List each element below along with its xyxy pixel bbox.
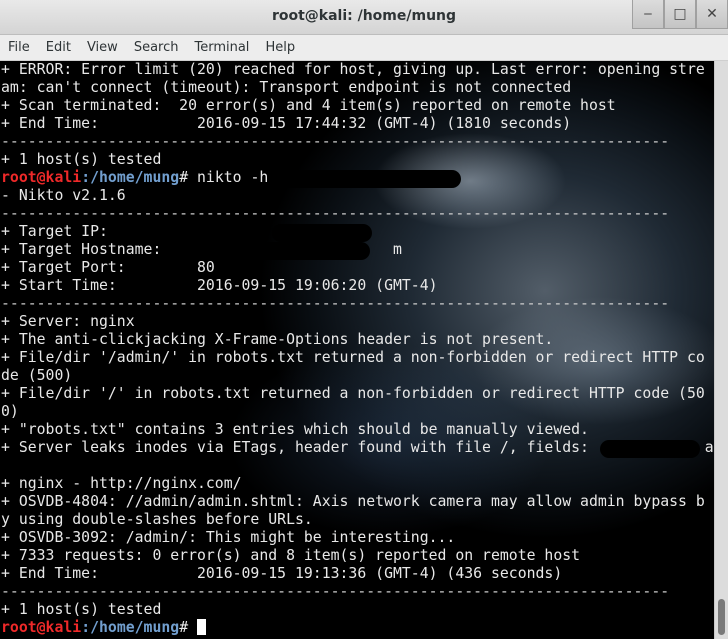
prompt-path: :/home/mung (81, 619, 180, 636)
terminal-line: + 1 host(s) tested (1, 151, 162, 168)
terminal-line: root@kali:/home/mung# (1, 619, 714, 637)
terminal-line: + Start Time: 2016-09-15 19:06:20 (GMT-4… (1, 277, 438, 294)
redaction-mark (272, 224, 372, 242)
menu-edit[interactable]: Edit (38, 35, 79, 60)
terminal-line: + File/dir '/' in robots.txt returned a … (1, 385, 705, 402)
redaction-mark (600, 440, 700, 458)
maximize-icon: □ (673, 6, 687, 22)
prompt-symbol: # (179, 169, 198, 186)
terminal-line: + nginx - http://nginx.com/ (1, 475, 242, 492)
terminal-line: ----------------------------------------… (1, 295, 670, 312)
scrollbar-thumb[interactable] (718, 599, 725, 635)
terminal-line: ----------------------------------------… (1, 133, 670, 150)
terminal-line: + 1 host(s) tested (1, 601, 162, 618)
terminal-line: + File/dir '/admin/' in robots.txt retur… (1, 349, 705, 366)
maximize-button[interactable]: □ (664, 0, 696, 29)
terminal-line: + Server: nginx (1, 313, 135, 330)
window-title: root@kali: /home/mung (271, 8, 457, 24)
window-controls: ‒ □ ✕ (632, 0, 728, 30)
terminal-line: + The anti-clickjacking X-Frame-Options … (1, 331, 554, 348)
terminal-output[interactable]: + ERROR: Error limit (20) reached for ho… (0, 61, 714, 639)
terminal-line: + Target Port: 80 (1, 259, 215, 276)
terminal-line: + "robots.txt" contains 3 entries which … (1, 421, 589, 438)
title-bar[interactable]: root@kali: /home/mung ‒ □ ✕ (0, 0, 728, 35)
terminal-line: + OSVDB-3092: /admin/: This might be int… (1, 529, 456, 546)
terminal-line: + Scan terminated: 20 error(s) and 4 ite… (1, 97, 616, 114)
prompt-user: root@kali (1, 619, 82, 636)
prompt-user: root@kali (1, 169, 82, 186)
terminal-line: + 7333 requests: 0 error(s) and 8 item(s… (1, 547, 581, 564)
terminal-line: + OSVDB-4804: //admin/admin.shtml: Axis … (1, 493, 705, 510)
terminal-line: + End Time: 2016-09-15 19:13:36 (GMT-4) … (1, 565, 563, 582)
terminal-line: ----------------------------------------… (1, 205, 670, 222)
menu-bar: File Edit View Search Terminal Help (0, 35, 728, 61)
menu-help[interactable]: Help (257, 35, 303, 60)
terminal-line: y using double-slashes before URLs. (1, 511, 313, 528)
terminal-line: + End Time: 2016-09-15 17:44:32 (GMT-4) … (1, 115, 572, 132)
prompt-path: :/home/mung (81, 169, 180, 186)
terminal-line: de (500) (1, 367, 73, 384)
text-cursor (197, 619, 207, 635)
menu-search[interactable]: Search (126, 35, 187, 60)
menu-terminal[interactable]: Terminal (186, 35, 257, 60)
terminal-window: root@kali: /home/mung ‒ □ ✕ File Edit Vi… (0, 0, 728, 639)
command-text: nikto -h (197, 169, 269, 186)
terminal-line: am: can't connect (timeout): Transport e… (1, 79, 572, 96)
terminal-line: - Nikto v2.1.6 (1, 187, 126, 204)
minimize-button[interactable]: ‒ (632, 0, 664, 29)
redaction-mark (275, 170, 461, 188)
menu-file[interactable]: File (0, 35, 38, 60)
terminal-line: ----------------------------------------… (1, 583, 670, 600)
close-button[interactable]: ✕ (696, 0, 728, 29)
close-icon: ✕ (706, 6, 718, 22)
minimize-icon: ‒ (643, 6, 653, 22)
terminal-text: + ERROR: Error limit (20) reached for ho… (1, 61, 714, 637)
prompt-symbol: # (179, 619, 198, 636)
terminal-scrollbar[interactable] (714, 61, 728, 639)
redaction-mark (200, 242, 370, 260)
terminal-line: 0) (1, 403, 19, 420)
terminal-line: + ERROR: Error limit (20) reached for ho… (1, 61, 705, 78)
menu-view[interactable]: View (79, 35, 126, 60)
